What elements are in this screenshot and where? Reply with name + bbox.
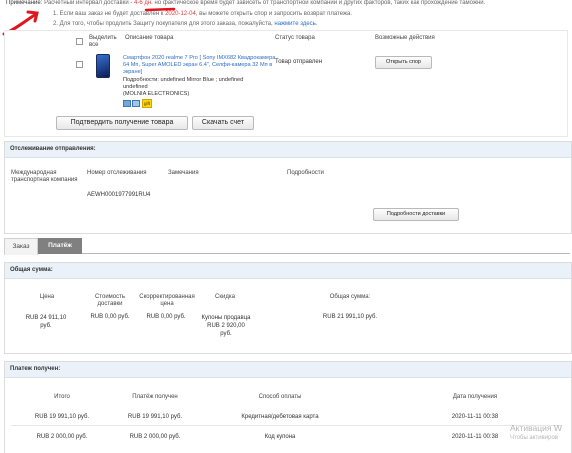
download-invoice-button[interactable]: Скачать счет — [192, 116, 254, 130]
seller-name: (MOLNIA ELECTRONICS) — [123, 91, 190, 97]
col-company-header: Международная транспортная компания — [11, 170, 78, 183]
col-date-header: Дата получения — [452, 394, 498, 400]
payment-received-panel: Платеж получен: Итого Платёж получен Спо… — [4, 361, 572, 453]
col-tracking-number-header: Номер отслеживания — [87, 170, 147, 176]
tracking-number: AEWH0001977991RU4 — [87, 192, 151, 198]
col-shipping-header: Стоимость доставки — [94, 294, 126, 307]
sum-value: RUB 21 991,10 руб. — [322, 314, 378, 320]
col-adjusted-header: Скорректированная цена — [139, 294, 195, 307]
tab-payment[interactable]: Платёж — [38, 238, 82, 254]
row-method: Кредитная/дебетовая карта — [241, 414, 319, 420]
activation-watermark-title: Активация W — [510, 423, 562, 433]
total-panel: Общая сумма: Цена Стоимость доставки Ско… — [4, 262, 572, 354]
col-total-header: Итого — [54, 394, 70, 400]
col-received-header: Платёж получен — [132, 394, 178, 400]
product-title-link[interactable]: Смартфон 2020 realme 7 Pro [ Sony IMX682… — [123, 55, 281, 76]
col-status-header: Статус товара — [275, 35, 315, 41]
adjusted-value: RUB 0,00 руб. — [146, 314, 186, 320]
price-value: RUB 24 911,10 руб. — [25, 315, 67, 329]
row-total: RUB 2 000,00 руб. — [36, 434, 88, 440]
confirm-receipt-button[interactable]: Подтвердить получение товара — [56, 116, 188, 130]
product-details-1: Подробности: undefined Mirror Blue ; und… — [123, 77, 244, 83]
delivery-details-button[interactable]: Подробности доставки — [373, 208, 459, 221]
row-received: RUB 2 000,00 руб. — [129, 434, 181, 440]
row-date: 2020-11-11 00:38 — [451, 434, 499, 440]
col-actions-header: Возможные действия — [375, 35, 435, 41]
product-details: Подробности: undefined Mirror Blue ; und… — [123, 77, 283, 98]
col-select-header: Выделить все — [89, 35, 117, 48]
tracking-panel: Отслеживание отправления: Международная … — [4, 141, 572, 234]
row-received: RUB 19 991,10 руб. — [127, 414, 183, 420]
row-method: Код купона — [264, 434, 296, 440]
image-icon[interactable] — [132, 100, 140, 107]
row-divider — [11, 425, 561, 426]
payment-received-title: Платеж получен: — [5, 362, 571, 378]
snapshot-icon[interactable] — [123, 100, 131, 107]
row-total: RUB 19 991,10 руб. — [34, 414, 90, 420]
total-title: Общая сумма: — [5, 263, 571, 279]
product-details-2: undefined — [123, 84, 148, 90]
item-checkbox[interactable] — [76, 61, 83, 68]
open-dispute-button[interactable]: Открыть спор — [375, 56, 432, 69]
tab-order[interactable]: Заказ — [4, 238, 38, 255]
col-details-header: Подробности — [287, 170, 324, 176]
col-price-header: Цена — [39, 294, 55, 300]
col-notes-header: Замечания — [168, 170, 199, 176]
row-date: 2020-11-11 00:38 — [451, 414, 499, 420]
col-discount-header: Скидка — [215, 294, 235, 300]
product-thumbnail[interactable] — [96, 54, 110, 78]
col-sum-header: Общая сумма: — [329, 294, 371, 300]
gift-badge-icon: gift — [142, 99, 153, 108]
order-items-panel: Выделить все Описание товара Статус това… — [4, 30, 568, 137]
item-status: Товар отправлен — [275, 59, 323, 65]
tabs-baseline — [4, 253, 570, 254]
col-method-header: Способ оплаты — [258, 394, 302, 400]
discount-value: Купоны продавца RUB 2 920,00 руб. — [201, 315, 251, 337]
activation-watermark-text: Чтобы активиров — [510, 435, 558, 441]
select-all-checkbox[interactable] — [76, 38, 83, 45]
tracking-title: Отслеживание отправления: — [5, 142, 571, 158]
shipping-value: RUB 0,00 руб. — [90, 314, 130, 320]
col-desc-header: Описание товара — [125, 35, 174, 41]
